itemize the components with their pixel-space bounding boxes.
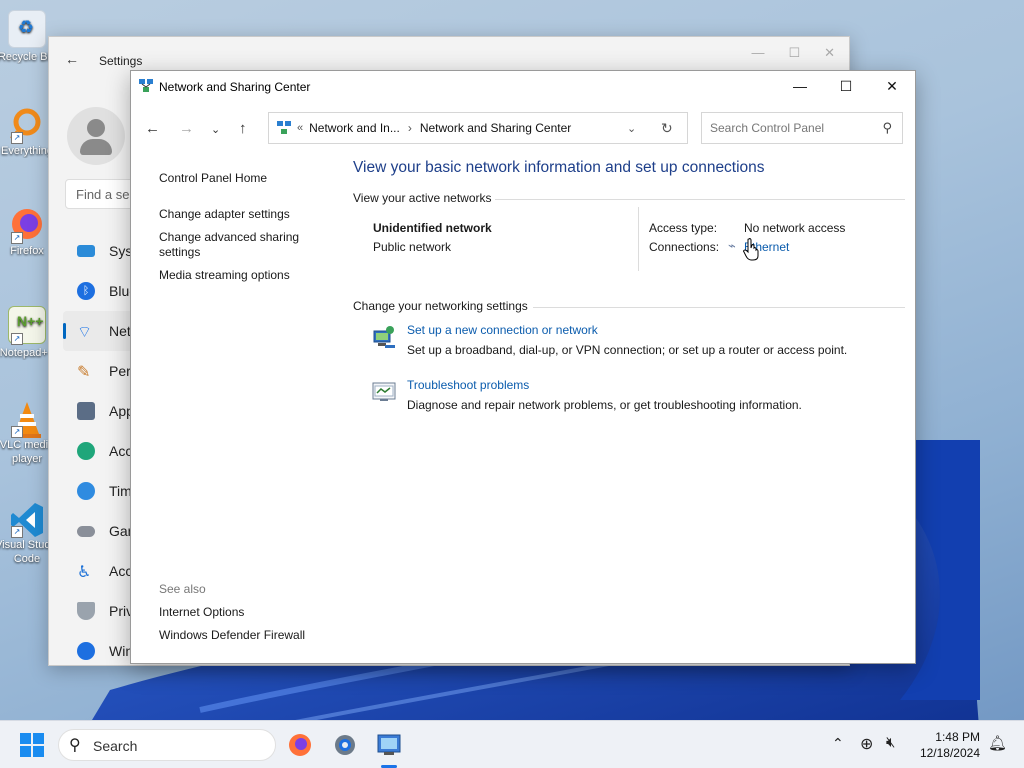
active-networks-section: View your active networks (353, 191, 905, 207)
globe-clock-icon (77, 482, 95, 500)
network-sharing-center-window[interactable]: Network and Sharing Center — ☐ ✕ ← → ⌄ ↑… (130, 70, 916, 664)
address-dropdown-chevron-icon[interactable]: ⌄ (627, 122, 636, 135)
vscode-icon: ↗ (9, 500, 45, 538)
control-panel-taskbar-icon[interactable] (376, 732, 402, 758)
section-label: Change your networking settings (353, 299, 528, 313)
hand-cursor-icon (743, 238, 759, 261)
search-control-panel-input[interactable]: Search Control Panel ⚲ (701, 112, 903, 144)
breadcrumb-network-internet[interactable]: Network and In... (309, 121, 400, 135)
volume-muted-icon[interactable]: 🔇︎ (886, 734, 895, 751)
network-profile: Public network (373, 240, 452, 254)
troubleshoot-icon (372, 382, 396, 401)
gamepad-icon (77, 525, 95, 537)
link-change-adapter-settings[interactable]: Change adapter settings (159, 207, 290, 221)
vlc-cone-icon: ↗ (9, 400, 45, 438)
apps-icon (77, 402, 95, 420)
main-pane: View your basic network information and … (353, 159, 905, 438)
network-setup-icon (373, 326, 395, 348)
settings-gear-taskbar-icon[interactable] (332, 732, 358, 758)
taskbar-clock[interactable]: 1:48 PM 12/18/2024 (920, 729, 980, 761)
link-windows-defender-firewall[interactable]: Windows Defender Firewall (159, 628, 305, 642)
avatar[interactable] (67, 107, 125, 165)
breadcrumb-overflow-icon[interactable]: « (297, 122, 303, 134)
monitor-icon (77, 245, 95, 257)
task-setup-connection: Set up a new connection or network Set u… (353, 323, 905, 383)
refresh-icon[interactable]: ↻ (661, 120, 673, 137)
divider (533, 307, 905, 308)
divider (495, 199, 905, 200)
maximize-icon[interactable]: ☐ (788, 45, 800, 61)
bluetooth-icon: ᛒ (77, 282, 95, 300)
link-internet-options[interactable]: Internet Options (159, 605, 244, 619)
address-bar[interactable]: « Network and In... › Network and Sharin… (268, 112, 688, 144)
minimize-button[interactable]: — (777, 71, 823, 101)
person-icon (77, 442, 95, 460)
show-hidden-icons-chevron-icon[interactable]: ⌃ (832, 735, 844, 752)
notepad-plus-plus-icon: N++ ↗ (8, 306, 46, 345)
back-arrow-icon[interactable]: ← (145, 120, 160, 137)
back-arrow-icon[interactable]: ← (65, 51, 79, 67)
forward-arrow-icon[interactable]: → (179, 120, 194, 137)
taskbar-search-label: Search (93, 738, 138, 754)
see-also-label: See also (159, 582, 206, 596)
close-button[interactable]: ✕ (869, 71, 915, 101)
link-control-panel-home[interactable]: Control Panel Home (159, 171, 267, 185)
clock-date: 12/18/2024 (919, 746, 980, 760)
notification-bell-icon[interactable]: 🔔︎ (988, 734, 1007, 752)
link-troubleshoot-problems[interactable]: Troubleshoot problems (407, 378, 529, 392)
vertical-divider (638, 207, 639, 271)
nsc-title: Network and Sharing Center (159, 80, 311, 94)
breadcrumb-separator-icon[interactable]: › (408, 121, 412, 135)
link-setup-new-connection[interactable]: Set up a new connection or network (407, 323, 598, 337)
nsc-titlebar[interactable]: Network and Sharing Center — ☐ ✕ (131, 71, 915, 103)
troubleshoot-description: Diagnose and repair network problems, or… (407, 398, 802, 412)
everything-icon: ↗ (9, 106, 45, 144)
taskbar: ⚲ Search ⌃ ⊕ 🔇︎ 1:48 PM 12/18/2024 🔔︎ (0, 720, 1024, 768)
search-icon: ⚲ (69, 737, 81, 754)
settings-window-controls: — ☐ ✕ (751, 45, 835, 61)
connections-label: Connections: (649, 240, 720, 254)
recycle-bin-icon: ♻ (8, 10, 46, 48)
accessibility-icon: ♿ (77, 564, 92, 581)
network-app-icon (277, 121, 291, 134)
refresh-icon (77, 642, 95, 660)
windows-start-icon[interactable] (20, 733, 44, 757)
change-networking-section: Change your networking settings (353, 299, 905, 315)
brush-icon: ✎ (77, 364, 91, 381)
wifi-icon: ⌔ (77, 324, 93, 341)
firefox-icon: ↗ (9, 206, 45, 244)
settings-title: Settings (99, 54, 143, 68)
clock-time: 1:48 PM (935, 730, 980, 744)
search-icon[interactable]: ⚲ (882, 113, 892, 143)
task-troubleshoot: Troubleshoot problems Diagnose and repai… (353, 378, 905, 438)
page-title: View your basic network information and … (353, 159, 765, 176)
network-app-icon (139, 79, 153, 92)
link-change-advanced-sharing[interactable]: Change advanced sharing settings (159, 230, 309, 260)
address-bar-row: ← → ⌄ ↑ « Network and In... › Network an… (131, 111, 915, 147)
network-name: Unidentified network (373, 221, 492, 235)
access-type-label: Access type: (649, 221, 718, 235)
search-placeholder: Search Control Panel (710, 121, 825, 135)
nsc-window-controls: — ☐ ✕ (777, 71, 915, 101)
active-network-panel: Unidentified network Public network Acce… (353, 207, 905, 287)
shield-icon (77, 602, 95, 620)
breadcrumb-current[interactable]: Network and Sharing Center (420, 121, 571, 135)
section-label: View your active networks (353, 191, 492, 205)
setup-connection-description: Set up a broadband, dial-up, or VPN conn… (407, 343, 848, 357)
up-arrow-icon[interactable]: ↑ (239, 120, 247, 137)
minimize-icon[interactable]: — (751, 45, 764, 61)
taskbar-search-box[interactable]: ⚲ Search (58, 729, 276, 761)
close-icon[interactable]: ✕ (824, 45, 835, 61)
link-media-streaming-options[interactable]: Media streaming options (159, 268, 290, 282)
globe-network-icon[interactable]: ⊕ (860, 734, 873, 754)
ethernet-plug-icon: ⌁ (728, 238, 736, 253)
recent-locations-chevron-icon[interactable]: ⌄ (211, 123, 220, 136)
access-type-value: No network access (744, 221, 846, 235)
maximize-button[interactable]: ☐ (823, 71, 869, 101)
firefox-taskbar-icon[interactable] (288, 733, 312, 757)
